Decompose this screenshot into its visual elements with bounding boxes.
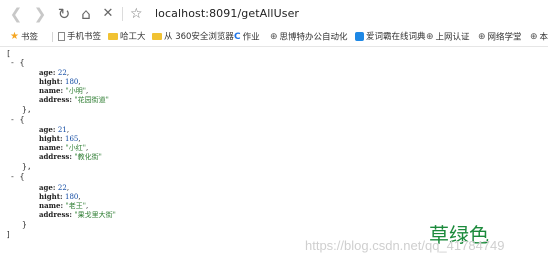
bookmark-divider [52, 32, 53, 42]
globe-icon: ⊕ [478, 32, 486, 42]
json-key: hight: [39, 77, 65, 86]
json-value: 22 [57, 69, 67, 77]
json-key: age: [39, 183, 58, 192]
json-key: name: [39, 86, 66, 95]
json-key: address: [39, 95, 75, 104]
bookmark-label: 爱词霸在线词典 [366, 32, 426, 42]
json-value: "小明" [65, 87, 86, 95]
stop-icon[interactable]: ✕ [98, 4, 118, 24]
bookmark-item[interactable]: C 作业 [234, 29, 260, 45]
json-key: name: [39, 143, 66, 152]
json-object-close: } [22, 220, 27, 229]
globe-icon: ⊕ [530, 32, 538, 42]
json-object-open[interactable]: - { [10, 115, 24, 124]
reload-icon[interactable]: ↻ [54, 4, 74, 24]
json-row-address: address: "果戈里大街" [39, 210, 116, 220]
bookmark-item[interactable]: ⊕ 思博特办公自动化 [270, 29, 348, 45]
json-value: "教化街" [74, 153, 102, 161]
app-icon [355, 32, 364, 41]
json-value: 165 [65, 135, 79, 143]
bookmark-item[interactable]: ⊕ 上网认证 [426, 29, 470, 45]
address-bar[interactable]: localhost:8091/getAllUser [155, 7, 299, 20]
bookmark-label: 书签 [20, 32, 38, 43]
json-value: "果戈里大街" [74, 211, 116, 219]
bookmark-label: 本 [539, 32, 548, 43]
globe-icon: ⊕ [270, 32, 278, 42]
json-key: age: [39, 125, 58, 134]
bookmark-star-icon[interactable]: ☆ [130, 4, 143, 24]
json-value: "花园街道" [74, 96, 109, 104]
home-icon[interactable]: ⌂ [76, 4, 96, 24]
json-object-open[interactable]: - { [10, 172, 24, 181]
document-icon [58, 32, 65, 41]
json-key: hight: [39, 192, 65, 201]
globe-icon: ⊕ [426, 32, 434, 42]
bookmark-label: 思博特办公自动化 [279, 32, 348, 43]
bookmarks-bar: ★ 书签 手机书签 哈工大 从 360安全浏览器 C 作业 ⊕ 思博特办公自动化 爱词… [0, 28, 548, 47]
c-icon: C [234, 32, 241, 42]
toolbar-divider [122, 7, 123, 21]
json-row-address: address: "花园街道" [39, 95, 109, 105]
bookmark-label: 上网认证 [435, 32, 470, 43]
json-open-bracket: [ [6, 49, 11, 58]
json-value: 180 [65, 193, 79, 201]
browser-toolbar: ❮ ❯ ↻ ⌂ ✕ ☆ localhost:8091/getAllUser [0, 0, 548, 28]
json-key: hight: [39, 134, 65, 143]
bookmark-item[interactable]: 爱词霸在线词典 [355, 29, 426, 45]
json-key: name: [39, 201, 66, 210]
json-key: address: [39, 210, 75, 219]
bookmark-label: 网络学堂 [487, 32, 522, 43]
json-key: age: [39, 68, 58, 77]
json-key: address: [39, 152, 75, 161]
json-value: 21 [57, 126, 67, 134]
bookmark-item[interactable]: 手机书签 [58, 29, 101, 45]
json-value: 22 [57, 184, 67, 192]
bookmark-label: 从 360安全浏览器 [164, 32, 234, 42]
star-icon: ★ [10, 31, 19, 42]
folder-icon [108, 33, 118, 40]
json-value: "老王" [65, 202, 86, 210]
bookmark-item[interactable]: 从 360安全浏览器 [152, 29, 234, 45]
json-value: "小红" [65, 144, 86, 152]
bookmark-item[interactable]: ⊕ 网络学堂 [478, 29, 522, 45]
json-row-address: address: "教化街" [39, 152, 102, 162]
json-close-bracket: ] [6, 230, 11, 239]
bookmark-item[interactable]: ★ 书签 [10, 29, 38, 45]
back-icon[interactable]: ❮ [6, 4, 26, 24]
json-object-open[interactable]: - { [10, 58, 24, 67]
json-object-close: }, [22, 105, 32, 114]
json-object-close: }, [22, 162, 32, 171]
watermark: https://blog.csdn.net/qq_41784749 [305, 238, 505, 253]
bookmark-item[interactable]: 哈工大 [108, 29, 146, 45]
bookmark-label: 哈工大 [120, 32, 146, 42]
forward-icon[interactable]: ❯ [30, 4, 50, 24]
bookmark-label: 手机书签 [67, 32, 102, 42]
bookmark-item[interactable]: ⊕ 本 [530, 29, 548, 45]
folder-icon [152, 33, 162, 40]
bookmark-label: 作业 [242, 32, 260, 43]
json-value: 180 [65, 78, 79, 86]
